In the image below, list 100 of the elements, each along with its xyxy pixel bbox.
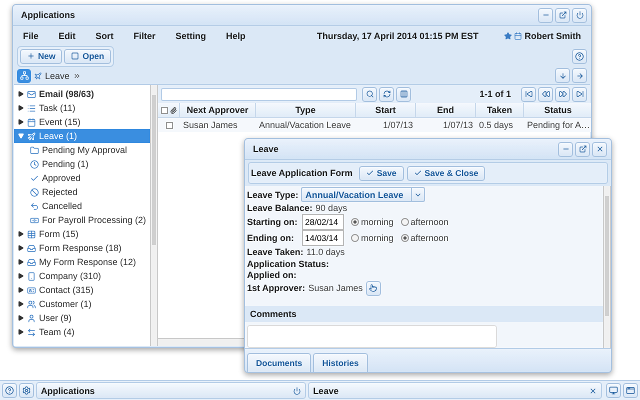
- tree-item[interactable]: Pending (1): [14, 157, 150, 171]
- checkbox[interactable]: [160, 106, 168, 114]
- tree-item[interactable]: My Form Response (12): [14, 255, 150, 269]
- search-field[interactable]: [161, 88, 357, 100]
- close-icon[interactable]: [589, 386, 598, 394]
- column-header[interactable]: Start: [356, 103, 416, 118]
- expand-arrow-icon[interactable]: [18, 119, 24, 125]
- expand-arrow-icon[interactable]: [18, 245, 24, 251]
- expand-arrow-icon[interactable]: [18, 259, 24, 265]
- help-button[interactable]: [2, 383, 17, 398]
- tree-item[interactable]: Cancelled: [14, 199, 150, 213]
- settings-button[interactable]: [18, 383, 34, 398]
- date-time: Thursday, 17 April 2014 01:15 PM EST: [316, 31, 478, 41]
- popout-button[interactable]: [555, 8, 570, 22]
- date-field[interactable]: 14/03/14: [302, 230, 344, 246]
- user-icon: [27, 314, 36, 322]
- collapse-arrow-icon[interactable]: [18, 133, 24, 139]
- save-close-button[interactable]: Save & Close: [406, 166, 486, 180]
- radio-label[interactable]: afternoon: [410, 233, 449, 244]
- down-arrow-button[interactable]: [555, 68, 570, 83]
- tree-item[interactable]: Form Response (18): [14, 241, 150, 255]
- breadcrumb-link[interactable]: Leave: [45, 70, 70, 80]
- next-page-button[interactable]: [555, 86, 570, 102]
- comments-field[interactable]: [247, 324, 497, 348]
- tree-item[interactable]: Task (11): [14, 101, 150, 115]
- tree-item[interactable]: User (9): [14, 311, 150, 325]
- date-field[interactable]: 28/02/14: [302, 214, 344, 230]
- tree-item[interactable]: Approved: [14, 171, 150, 185]
- tab[interactable]: Histories: [313, 353, 368, 372]
- monitor-button[interactable]: [606, 383, 622, 398]
- menu-item[interactable]: Edit: [58, 31, 76, 41]
- undo-icon: [30, 202, 39, 210]
- expand-arrow-icon[interactable]: [18, 329, 24, 335]
- radio-button[interactable]: [351, 218, 359, 226]
- new-button[interactable]: New: [20, 48, 62, 64]
- column-header[interactable]: Next Approver: [180, 103, 256, 118]
- search-icon: [366, 90, 374, 98]
- tree-item[interactable]: For Payroll Processing (2): [14, 213, 150, 227]
- expand-arrow-icon[interactable]: [18, 287, 24, 293]
- column-header[interactable]: Type: [256, 103, 356, 118]
- menu-item[interactable]: Help: [226, 31, 246, 41]
- taskbar-window-button[interactable]: Leave: [308, 382, 602, 399]
- previous-page-button[interactable]: [538, 86, 553, 102]
- tree-item[interactable]: Team (4): [14, 325, 150, 339]
- calendar-icon[interactable]: [514, 32, 522, 40]
- help-button[interactable]: [572, 48, 587, 64]
- row-checkbox[interactable]: [166, 122, 172, 128]
- save-button[interactable]: Save: [358, 166, 404, 180]
- minimize-button[interactable]: [558, 142, 573, 156]
- expand-arrow-icon[interactable]: [18, 315, 24, 321]
- tree-item[interactable]: Event (15): [14, 115, 150, 129]
- radio-label[interactable]: morning: [361, 216, 394, 227]
- plus-icon: [27, 52, 35, 60]
- tree-item[interactable]: Form (15): [14, 227, 150, 241]
- pointer-button[interactable]: [366, 280, 381, 296]
- expand-arrow-icon[interactable]: [18, 273, 24, 279]
- scrollbar[interactable]: [603, 186, 611, 348]
- tree-item[interactable]: Rejected: [14, 185, 150, 199]
- columns-button[interactable]: [396, 86, 411, 102]
- sitemap-button[interactable]: [17, 68, 31, 82]
- menu-item[interactable]: Setting: [176, 31, 206, 41]
- tree-item[interactable]: Customer (1): [14, 297, 150, 311]
- power-button[interactable]: [572, 8, 587, 22]
- column-header[interactable]: Taken: [476, 103, 524, 118]
- menu-item[interactable]: Sort: [96, 31, 114, 41]
- tab[interactable]: Documents: [247, 353, 312, 372]
- refresh-button[interactable]: [379, 86, 394, 102]
- taskbar-window-button[interactable]: Applications: [36, 382, 306, 399]
- first-page-button[interactable]: [521, 86, 536, 102]
- tree-item[interactable]: Contact (315): [14, 283, 150, 297]
- window-title: Applications: [21, 10, 76, 20]
- open-button[interactable]: Open: [64, 48, 112, 64]
- popout-button[interactable]: [575, 142, 590, 156]
- tree-item[interactable]: Email (98/63): [14, 87, 150, 101]
- window-button[interactable]: [623, 383, 638, 398]
- expand-arrow-icon[interactable]: [18, 105, 24, 111]
- star-icon[interactable]: [504, 32, 512, 40]
- tree-item[interactable]: Pending My Approval: [14, 143, 150, 157]
- radio-label[interactable]: afternoon: [410, 216, 449, 227]
- menu-item[interactable]: File: [23, 31, 39, 41]
- minimize-button[interactable]: [538, 8, 553, 22]
- power-icon[interactable]: [293, 386, 302, 394]
- column-header[interactable]: Status: [524, 103, 591, 118]
- column-header[interactable]: End: [416, 103, 476, 118]
- right-arrow-button[interactable]: [572, 68, 587, 83]
- expand-arrow-icon[interactable]: [18, 231, 24, 237]
- menu-item[interactable]: Filter: [134, 31, 156, 41]
- expand-arrow-icon[interactable]: [18, 91, 24, 97]
- expand-arrow-icon[interactable]: [18, 301, 24, 307]
- radio-button[interactable]: [400, 234, 409, 242]
- leave-type-select[interactable]: Annual/Vacation Leave: [301, 187, 426, 202]
- search-button[interactable]: [362, 86, 377, 102]
- tree-item[interactable]: Company (310): [14, 269, 150, 283]
- user-name[interactable]: Robert Smith: [524, 31, 581, 41]
- scrollbar[interactable]: [150, 85, 158, 346]
- radio-button[interactable]: [400, 218, 409, 226]
- scrollbar[interactable]: [158, 338, 244, 346]
- last-page-button[interactable]: [572, 86, 587, 102]
- radio-button[interactable]: [351, 234, 359, 242]
- radio-label[interactable]: morning: [361, 233, 394, 244]
